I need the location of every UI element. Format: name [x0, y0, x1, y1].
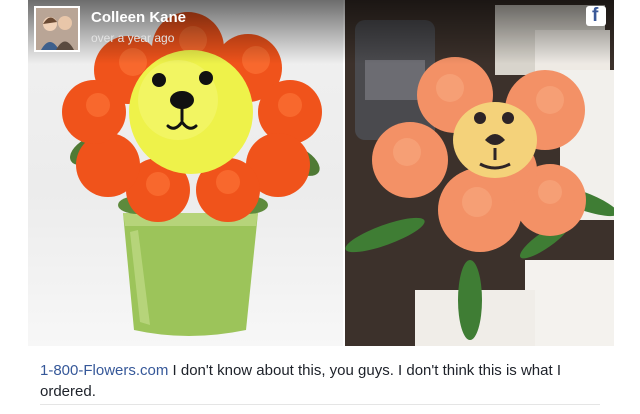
facebook-post: Colleen Kane over a year ago f 1-800-Flo…	[0, 0, 640, 414]
author-name[interactable]: Colleen Kane	[91, 9, 186, 26]
avatar[interactable]	[34, 6, 80, 52]
post-timestamp[interactable]: over a year ago	[91, 31, 174, 45]
brand-link[interactable]: 1-800-Flowers.com	[40, 362, 168, 379]
post-caption: 1-800-Flowers.com I don't know about thi…	[40, 360, 600, 402]
photo-collage[interactable]: Colleen Kane over a year ago f	[28, 0, 614, 346]
profile-photo-icon	[36, 8, 78, 50]
facebook-icon[interactable]: f	[586, 5, 606, 26]
divider	[40, 404, 600, 405]
